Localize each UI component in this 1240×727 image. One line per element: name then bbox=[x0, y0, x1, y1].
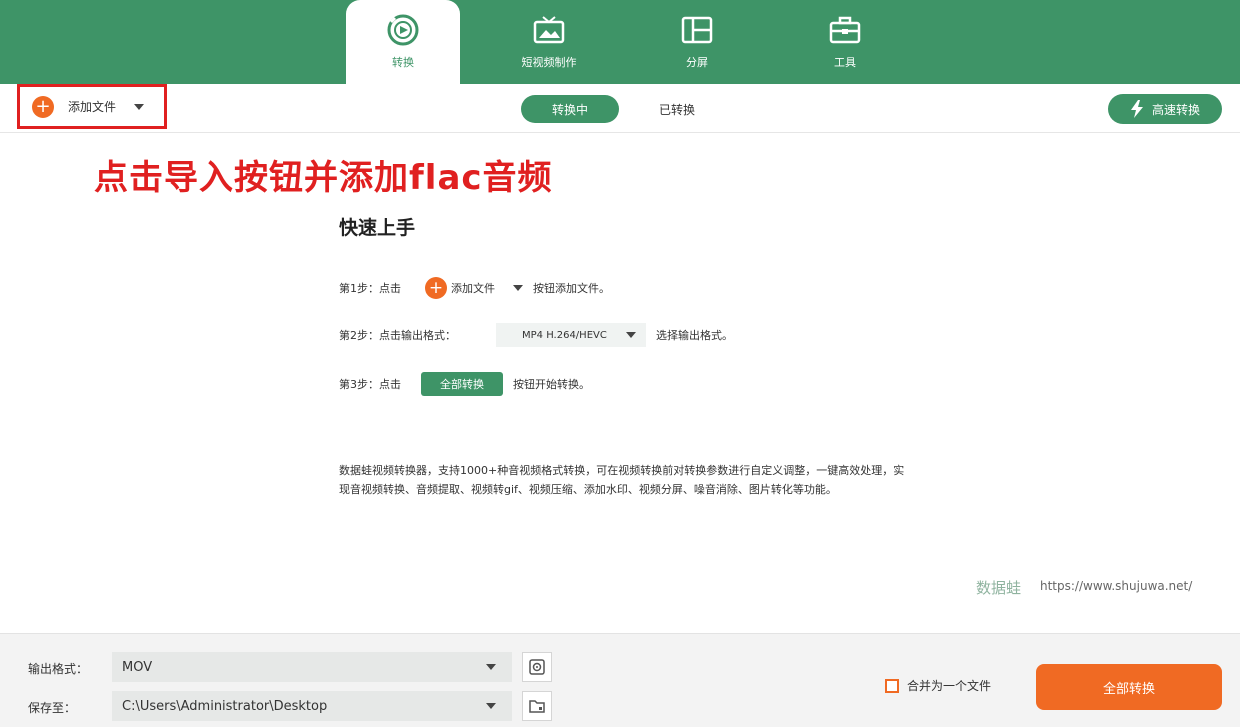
save-path-select[interactable]: C:\Users\Administrator\Desktop bbox=[112, 691, 512, 721]
convert-all-example: 全部转换 bbox=[421, 372, 503, 396]
step1-suffix: 按钮添加文件。 bbox=[533, 282, 610, 295]
save-path-value: C:\Users\Administrator\Desktop bbox=[122, 698, 328, 714]
tab-split-screen-label: 分屏 bbox=[686, 56, 708, 69]
tab-converting[interactable]: 转换中 bbox=[521, 95, 619, 123]
toolbox-icon bbox=[827, 12, 863, 48]
tab-converted[interactable]: 已转换 bbox=[640, 95, 714, 123]
chevron-down-icon bbox=[513, 285, 523, 291]
settings-icon bbox=[529, 659, 545, 675]
plus-icon: + bbox=[32, 95, 54, 118]
sub-toolbar: + 添加文件 bbox=[0, 84, 1240, 133]
format-settings-button[interactable] bbox=[522, 652, 552, 682]
save-to-label: 保存至： bbox=[28, 701, 77, 715]
step2-prefix: 第2步：点击输出格式： bbox=[339, 329, 456, 342]
quickstart-step-3: 第3步：点击 全部转换 按钮开始转换。 bbox=[339, 372, 590, 396]
chevron-down-icon[interactable] bbox=[134, 103, 145, 110]
output-format-label: 输出格式： bbox=[28, 662, 89, 676]
top-nav-bar: 转换 短视频制作 分屏 工具 bbox=[0, 0, 1240, 84]
tab-tools[interactable]: 工具 bbox=[788, 0, 902, 84]
chevron-down-icon bbox=[486, 703, 496, 709]
tab-tools-label: 工具 bbox=[834, 56, 856, 69]
step2-suffix: 选择输出格式。 bbox=[656, 329, 733, 342]
brand-url: https://www.shujuwa.net/ bbox=[1040, 579, 1193, 593]
fast-convert-button[interactable]: 高速转换 bbox=[1108, 94, 1222, 124]
step3-suffix: 按钮开始转换。 bbox=[513, 378, 590, 391]
tab-short-video-label: 短视频制作 bbox=[521, 56, 577, 69]
plus-icon: + bbox=[425, 277, 447, 299]
split-screen-icon bbox=[679, 12, 715, 48]
chevron-down-icon bbox=[486, 664, 496, 670]
tv-icon bbox=[531, 12, 567, 48]
tab-convert-label: 转换 bbox=[392, 56, 414, 69]
open-folder-button[interactable] bbox=[522, 691, 552, 721]
quickstart-title: 快速上手 bbox=[339, 217, 416, 239]
quickstart-step-2: 第2步：点击输出格式： MP4 H.264/HEVC 选择输出格式。 bbox=[339, 323, 733, 347]
brand-name: 数据蛙 bbox=[976, 579, 1022, 597]
tab-short-video[interactable]: 短视频制作 bbox=[492, 0, 606, 84]
annotation-text: 点击导入按钮并添加flac音频 bbox=[94, 158, 553, 198]
quickstart-step-1: 第1步：点击 + 添加文件 按钮添加文件。 bbox=[339, 277, 610, 299]
lightning-icon bbox=[1130, 100, 1143, 118]
step1-button-label: 添加文件 bbox=[451, 282, 495, 295]
product-description: 数据蛙视频转换器，支持1000+种音视频格式转换，可在视频转换前对转换参数进行自… bbox=[339, 464, 905, 496]
add-file-button[interactable]: + 添加文件 bbox=[17, 84, 167, 129]
convert-all-button[interactable]: 全部转换 bbox=[1036, 664, 1222, 710]
fast-convert-label: 高速转换 bbox=[1151, 102, 1200, 117]
convert-icon bbox=[385, 12, 421, 48]
add-file-label: 添加文件 bbox=[68, 100, 117, 114]
merge-files-option[interactable]: 合并为一个文件 bbox=[885, 677, 991, 694]
tab-split-screen[interactable]: 分屏 bbox=[640, 0, 754, 84]
chevron-down-icon bbox=[626, 332, 636, 338]
step3-prefix: 第3步：点击 bbox=[339, 378, 401, 391]
format-select-example: MP4 H.264/HEVC bbox=[496, 323, 646, 347]
output-format-select[interactable]: MOV bbox=[112, 652, 512, 682]
merge-checkbox[interactable] bbox=[885, 678, 899, 693]
format-select-value: MP4 H.264/HEVC bbox=[522, 329, 607, 341]
folder-icon bbox=[529, 700, 545, 713]
output-format-value: MOV bbox=[122, 659, 153, 675]
step1-prefix: 第1步：点击 bbox=[339, 282, 401, 295]
tab-convert[interactable]: 转换 bbox=[346, 0, 460, 84]
merge-label: 合并为一个文件 bbox=[907, 679, 992, 693]
